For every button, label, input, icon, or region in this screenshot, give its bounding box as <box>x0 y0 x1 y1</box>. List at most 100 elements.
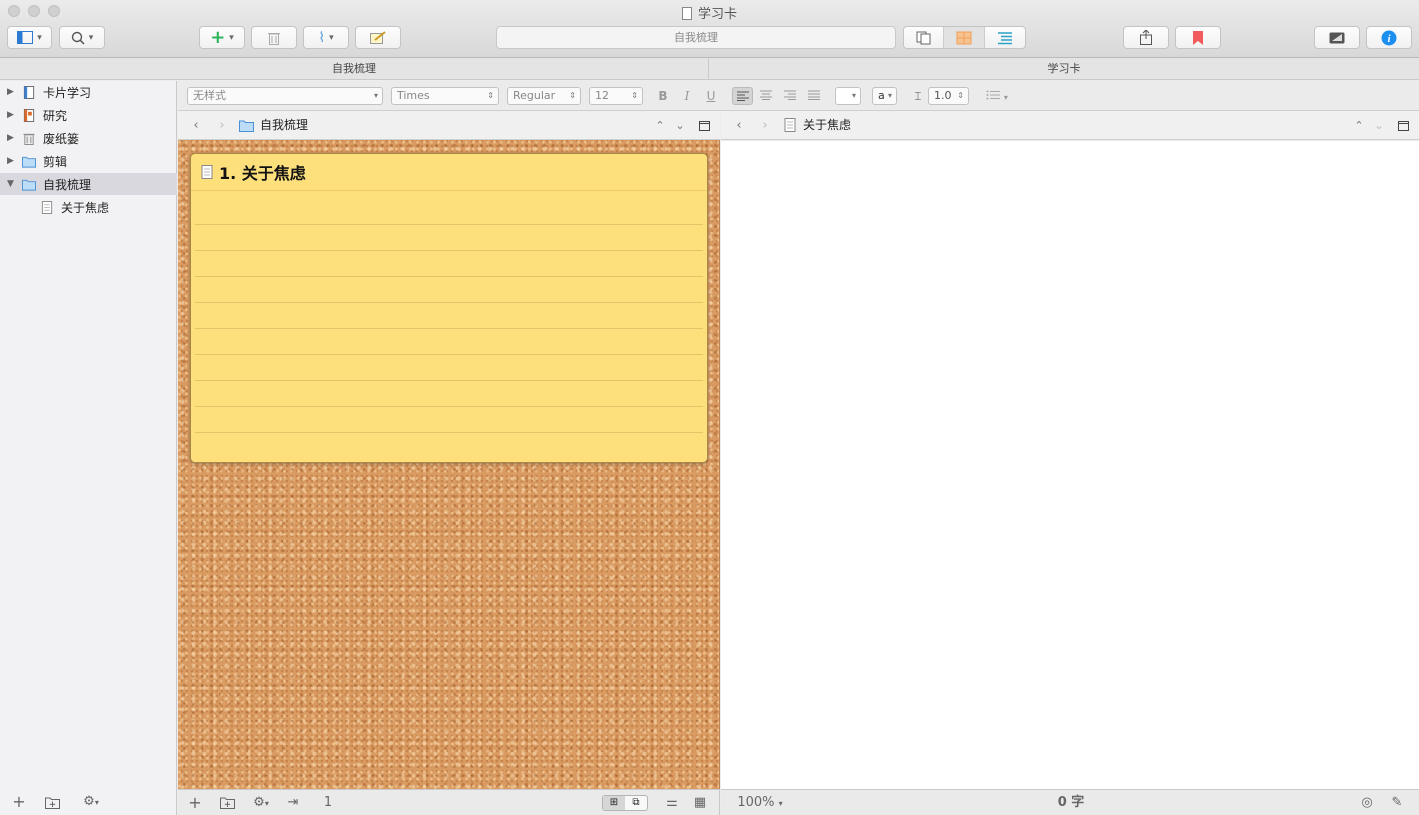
view-mode-segmented-control[interactable] <box>903 26 1026 49</box>
split-toggle-icon[interactable] <box>699 121 710 131</box>
binder-item-research[interactable]: ▶ 研究 <box>0 104 177 126</box>
view-layout-button[interactable]: ▾ <box>7 26 52 49</box>
disclosure-triangle-icon[interactable]: ▶ <box>7 156 19 166</box>
chevron-updown-icon: ⇕ <box>631 91 638 100</box>
justify-button[interactable] <box>804 87 824 105</box>
index-card-title[interactable]: 1. 关于焦虑 <box>219 160 306 184</box>
card-rule-line <box>195 328 703 329</box>
align-center-icon <box>760 90 772 100</box>
gear-icon[interactable]: ⚙▾ <box>248 790 274 815</box>
list-style-button[interactable]: ▾ <box>982 87 1012 105</box>
format-bar: 无样式 ▾ Times ⇕ Regular ⇕ 12 ⇕ B I U ▾ a ▾ ⌶ 1.… <box>178 81 1419 111</box>
document-path-field[interactable]: 自我梳理 <box>496 26 896 49</box>
card-size-icon[interactable]: ▦ <box>690 790 710 815</box>
text-color-select[interactable]: a ▾ <box>872 87 897 105</box>
previous-document-icon[interactable]: ⌃ <box>651 111 669 140</box>
search-button[interactable]: ▾ <box>59 26 105 49</box>
inspector-button[interactable]: i <box>1366 26 1412 49</box>
chevron-down-icon: ▾ <box>329 32 334 43</box>
binder-item-trash[interactable]: ▶ 废纸篓 <box>0 127 177 149</box>
card-rule-line <box>195 354 703 355</box>
left-editor-header[interactable]: 自我梳理 <box>0 58 709 80</box>
binder-item-draft[interactable]: ▶ 卡片学习 <box>0 81 177 103</box>
next-document-icon[interactable]: ⌄ <box>671 111 689 140</box>
add-button[interactable]: + ▾ <box>199 26 245 49</box>
add-item-icon[interactable]: + <box>10 789 28 815</box>
grid-cards-icon[interactable]: ⊞ <box>603 796 625 810</box>
disclosure-triangle-icon[interactable]: ▶ <box>7 87 19 97</box>
right-breadcrumb[interactable]: 关于焦虑 <box>803 111 851 140</box>
gear-icon[interactable]: ⚙▾ <box>78 789 104 815</box>
next-document-icon[interactable]: ⌄ <box>1370 111 1388 140</box>
bold-button[interactable]: B <box>653 87 673 105</box>
card-rule-line <box>195 380 703 381</box>
target-icon[interactable]: ◎ <box>1358 790 1376 815</box>
chevron-down-icon: ▾ <box>887 91 892 100</box>
font-family-value: Times <box>397 89 430 102</box>
card-rule-line <box>195 224 703 225</box>
highlight-color-select[interactable]: ▾ <box>835 87 861 105</box>
underline-button[interactable]: U <box>701 87 721 105</box>
disclosure-triangle-icon[interactable]: ▶ <box>7 110 19 120</box>
binder-item-about-anxiety[interactable]: 关于焦虑 <box>0 196 177 218</box>
new-folder-icon[interactable] <box>220 796 235 809</box>
back-arrow-icon[interactable]: ‹ <box>187 111 205 140</box>
document-icon <box>784 118 796 132</box>
attach-button[interactable]: ⌇ ▾ <box>303 26 349 49</box>
share-button[interactable] <box>1123 26 1169 49</box>
font-family-select[interactable]: Times ⇕ <box>391 87 499 105</box>
left-editor-navbar: ‹ › 自我梳理 ⌃ ⌄ <box>178 111 720 140</box>
paragraph-style-select[interactable]: 无样式 ▾ <box>187 87 383 105</box>
move-out-icon[interactable]: ⇥ <box>283 790 303 815</box>
bookmark-button[interactable] <box>1175 26 1221 49</box>
right-editor-header[interactable]: 学习卡 <box>709 58 1419 80</box>
outline-view-button[interactable] <box>985 27 1025 48</box>
plus-icon: + <box>210 26 226 48</box>
split-toggle-icon[interactable] <box>1398 121 1409 131</box>
chevron-down-icon: ▾ <box>851 91 856 100</box>
font-weight-select[interactable]: Regular ⇕ <box>507 87 581 105</box>
right-editor-navbar: ‹ › 关于焦虑 ⌃ ⌄ <box>721 111 1419 140</box>
binder-item-label: 废纸篓 <box>43 131 80 146</box>
align-center-button[interactable] <box>756 87 776 105</box>
disclosure-triangle-open-icon[interactable]: ▼ <box>7 179 19 189</box>
binder-sidebar: ▶ 卡片学习 ▶ 研究 ▶ 废纸篓 ▶ 剪辑 ▼ 自我梳理 关于焦虑 + ⚙▾ <box>0 81 177 815</box>
search-icon <box>71 31 85 45</box>
binder-item-label: 剪辑 <box>43 154 68 169</box>
align-left-icon <box>736 91 749 101</box>
forward-arrow-icon[interactable]: › <box>213 111 231 140</box>
font-size-value: 12 <box>595 89 609 102</box>
card-options-icon[interactable]: ⚌ <box>662 790 682 815</box>
composition-mode-button[interactable] <box>1314 26 1360 49</box>
binder-item-clippings[interactable]: ▶ 剪辑 <box>0 150 177 172</box>
delete-button[interactable] <box>251 26 297 49</box>
card-rule-line <box>195 302 703 303</box>
forward-arrow-icon[interactable]: › <box>756 111 774 140</box>
text-editor[interactable] <box>721 141 1419 789</box>
align-right-button[interactable] <box>780 87 800 105</box>
previous-document-icon[interactable]: ⌃ <box>1350 111 1368 140</box>
back-arrow-icon[interactable]: ‹ <box>730 111 748 140</box>
line-spacing-select[interactable]: 1.0 ⇕ <box>928 87 969 105</box>
disclosure-triangle-icon[interactable]: ▶ <box>7 133 19 143</box>
index-card[interactable]: 1. 关于焦虑 <box>190 153 708 463</box>
scrivenings-view-button[interactable] <box>904 27 945 48</box>
document-note-icon[interactable]: ✎ <box>1388 790 1406 815</box>
font-size-select[interactable]: 12 ⇕ <box>589 87 643 105</box>
add-card-icon[interactable]: + <box>186 790 204 815</box>
binder-item-self-reflection[interactable]: ▼ 自我梳理 <box>0 173 177 195</box>
italic-button[interactable]: I <box>677 87 697 105</box>
corkboard-view-button[interactable] <box>944 27 985 48</box>
card-layout-segmented[interactable]: ⊞ ⧉ <box>602 795 648 811</box>
chevron-updown-icon: ⇕ <box>487 91 494 100</box>
left-breadcrumb[interactable]: 自我梳理 <box>260 111 308 140</box>
info-icon: i <box>1381 30 1397 45</box>
new-folder-icon[interactable] <box>45 796 60 809</box>
align-justify-icon <box>808 90 820 100</box>
freeform-cards-icon[interactable]: ⧉ <box>625 796 647 810</box>
paragraph-style-value: 无样式 <box>193 89 226 102</box>
chevron-down-icon: ▾ <box>778 799 783 808</box>
align-left-button[interactable] <box>732 87 753 105</box>
inspector-notes-button[interactable] <box>355 26 401 49</box>
zoom-select[interactable]: 100% ▾ <box>733 790 787 815</box>
